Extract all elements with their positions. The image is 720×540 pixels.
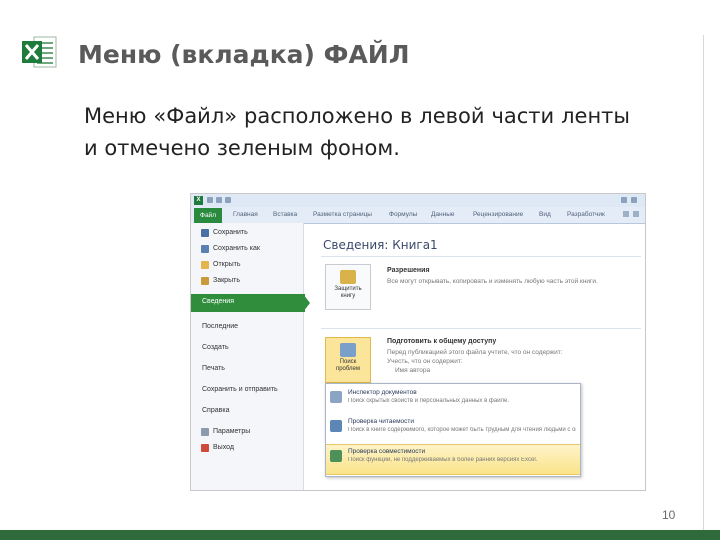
excel-screenshot: X Файл Главная Вставка Разметка страницы… [190, 193, 646, 491]
menu-exit[interactable]: Выход [191, 442, 303, 456]
close-icon[interactable] [631, 197, 637, 203]
menu-help[interactable]: Справка [191, 405, 303, 419]
menu-print[interactable]: Печать [191, 363, 303, 377]
file-menu: Сохранить Сохранить как Открыть Закрыть … [191, 223, 310, 490]
menu-save-as[interactable]: Сохранить как [191, 243, 303, 257]
bottom-accent-bar [0, 530, 720, 540]
exit-icon [201, 444, 209, 452]
tab-view[interactable]: Вид [539, 211, 551, 218]
slide-title: Меню (вкладка) ФАЙЛ [78, 40, 410, 69]
check-for-issues-button[interactable]: Поиск проблем [325, 337, 371, 383]
dropdown-check-compatibility[interactable]: Проверка совместимости Поиск функций, не… [326, 444, 580, 475]
prepare-bullet: Имя автора [395, 367, 431, 374]
prepare-desc-2: Учесть, что он содержит: [387, 358, 463, 365]
folder-close-icon [201, 277, 209, 285]
save-as-icon [201, 245, 209, 253]
menu-save[interactable]: Сохранить [191, 227, 303, 241]
excel-logo-icon [22, 36, 57, 68]
inspect-icon [340, 343, 356, 357]
permissions-title: Разрешения [387, 267, 430, 274]
tab-insert[interactable]: Вставка [273, 211, 297, 218]
dropdown-inspect-document[interactable]: Инспектор документов Поиск скрытых свойс… [326, 386, 580, 415]
menu-close[interactable]: Закрыть [191, 275, 303, 289]
prepare-title: Подготовить к общему доступу [387, 338, 497, 345]
document-inspector-icon [330, 391, 342, 403]
tab-review[interactable]: Рецензирование [473, 211, 523, 218]
menu-info[interactable]: Сведения [191, 294, 310, 312]
lock-icon [340, 270, 356, 284]
save-icon [201, 229, 209, 237]
tab-data[interactable]: Данные [431, 211, 454, 218]
quick-access-toolbar: X [191, 194, 645, 207]
slide-body-text: Меню «Файл» расположено в левой части ле… [84, 104, 630, 160]
selected-arrow [303, 294, 310, 312]
excel-app-icon: X [194, 196, 203, 205]
folder-open-icon [201, 261, 209, 269]
right-divider [703, 35, 704, 535]
permissions-desc: Все могут открывать, копировать и изменя… [387, 278, 598, 285]
tab-file[interactable]: Файл [194, 208, 222, 223]
save-icon[interactable] [207, 197, 213, 203]
tab-home[interactable]: Главная [233, 211, 258, 218]
menu-open[interactable]: Открыть [191, 259, 303, 273]
page-number: 10 [662, 508, 676, 522]
redo-icon[interactable] [225, 197, 231, 203]
menu-options[interactable]: Параметры [191, 426, 303, 440]
prepare-desc-1: Перед публикацией этого файла учтите, чт… [387, 349, 563, 356]
tab-page-layout[interactable]: Разметка страницы [313, 211, 372, 218]
minimize-icon[interactable] [621, 197, 627, 203]
ribbon-tabs: Файл Главная Вставка Разметка страницы Ф… [191, 207, 645, 224]
info-pane-title: Сведения: Книга1 [323, 238, 438, 252]
help-icon[interactable] [623, 211, 629, 217]
menu-new[interactable]: Создать [191, 342, 303, 356]
menu-recent[interactable]: Последние [191, 321, 303, 335]
compatibility-icon [330, 450, 342, 462]
options-icon [201, 428, 209, 436]
dropdown-check-accessibility[interactable]: Проверка читаемости Поиск в книге содерж… [326, 415, 580, 444]
undo-icon[interactable] [216, 197, 222, 203]
accessibility-icon [330, 420, 342, 432]
tab-formulas[interactable]: Формулы [389, 211, 417, 218]
tab-developer[interactable]: Разработчик [567, 211, 605, 218]
check-issues-dropdown: Инспектор документов Поиск скрытых свойс… [325, 383, 581, 477]
protect-workbook-button[interactable]: Защитить книгу [325, 264, 371, 310]
menu-save-and-send[interactable]: Сохранить и отправить [191, 384, 303, 398]
ribbon-minimize-icon[interactable] [633, 211, 639, 217]
